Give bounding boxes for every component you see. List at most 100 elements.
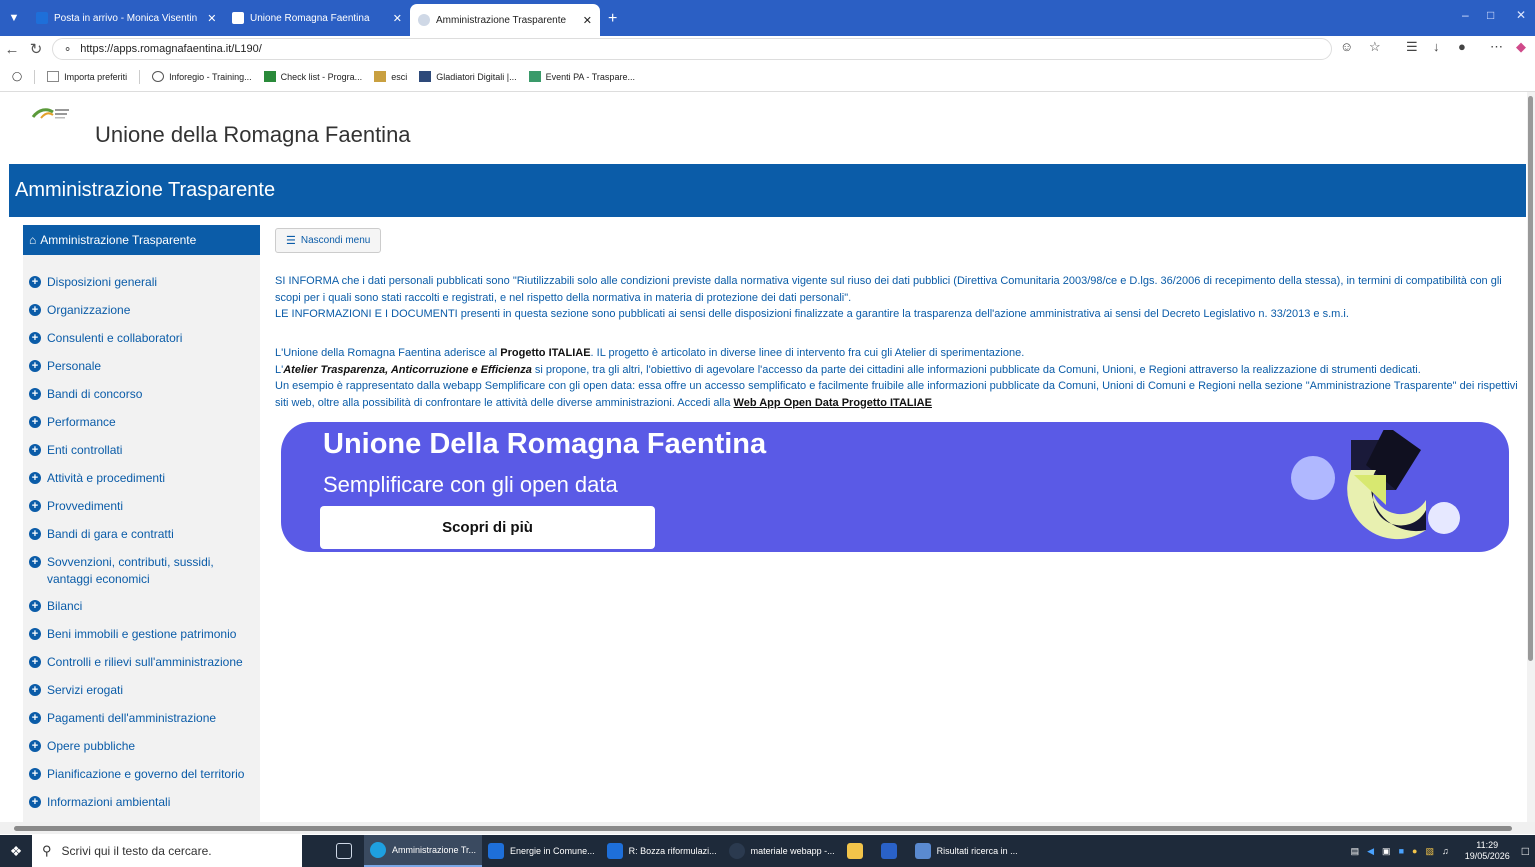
hide-menu-label: Nascondi menu [300,235,371,246]
plus-circle-icon: + [29,416,41,428]
task-view-icon[interactable] [330,835,364,867]
tray-lock-icon[interactable]: ● [1412,846,1417,856]
tray-app2-icon[interactable]: ■ [1399,846,1404,856]
site-favicon-icon [232,12,244,24]
outlook-icon [606,843,623,859]
scroll-thumb[interactable] [1528,96,1533,661]
tray-sync-icon[interactable]: ◀ [1367,846,1374,857]
separator [34,69,36,84]
sidebar-item-label: Consulenti e collaboratori [47,331,183,345]
discover-more-button[interactable]: Scopri di più [320,506,655,549]
bookmark-gladiatori[interactable]: Gladiatori Digitali |... [419,71,517,82]
sidebar-item-organizzazione[interactable]: + Organizzazione [23,302,260,330]
sidebar-item-pagamenti[interactable]: + Pagamenti dell'amministrazione [23,710,260,738]
taskbar-app-search-results[interactable]: Risultati ricerca in ... [909,835,1024,867]
sidebar-header[interactable]: ⌂ Amministrazione Trasparente [23,225,260,255]
sidebar-item-servizi[interactable]: + Servizi erogati [23,682,260,710]
webapp-link[interactable]: Web App Open Data Progetto ITALIAE [734,397,932,409]
sidebar-item-pianificazione[interactable]: + Pianificazione e governo del territorio [23,766,260,794]
bookmark-importa[interactable]: Importa preferiti [47,71,127,82]
favorites-icon[interactable]: ☰ [1406,39,1418,55]
hide-menu-button[interactable]: ☰ Nascondi menu [275,228,382,253]
menu-icon: ☰ [286,235,296,247]
sidebar-item-disposizioni[interactable]: + Disposizioni generali [23,274,260,302]
taskbar-app-webapp[interactable]: materiale webapp -... [723,835,841,867]
banner-title: Unione Della Romagna Faentina [323,428,767,460]
sidebar-item-opere[interactable]: + Opere pubbliche [23,738,260,766]
sidebar-item-performance[interactable]: + Performance [23,414,260,442]
downloads-icon[interactable]: ↓ [1433,39,1440,54]
sidebar-item-personale[interactable]: + Personale [23,358,260,386]
browser-icon [728,843,745,859]
bookmark-label: Eventi PA - Traspare... [545,71,635,82]
banner-subtitle: Semplificare con gli open data [323,472,618,497]
tab-list-icon[interactable]: ◯ [12,71,22,82]
bookmark-label: Gladiatori Digitali |... [436,71,517,82]
sidebar: ⌂ Amministrazione Trasparente + Disposizi… [23,225,260,822]
scroll-thumb[interactable] [14,826,1512,831]
open-data-banner[interactable]: Unione Della Romagna Faentina Semplifica… [281,422,1509,552]
bookmark-inforegio[interactable]: Inforegio - Training... [152,71,252,82]
bookmark-checklist[interactable]: Check list - Progra... [263,71,362,82]
taskbar-app-edge[interactable]: Amministrazione Tr... [364,835,483,867]
tab-posta[interactable]: Posta in arrivo - Monica Visentin ✕ [28,4,224,32]
restore-icon[interactable]: □ [1487,8,1494,22]
close-tab-icon[interactable]: ✕ [383,12,402,25]
plus-circle-icon: + [29,556,41,568]
url-text: https://apps.romagnafaentina.it/L190/ [80,43,262,55]
sidebar-item-enti-controllati[interactable]: + Enti controllati [23,442,260,470]
favorite-star-icon[interactable]: ☆ [1369,39,1381,55]
tray-network-icon[interactable]: ▣ [1382,846,1391,857]
taskbar-app-explorer[interactable] [841,835,875,867]
back-icon[interactable]: ← [0,41,24,58]
plus-circle-icon: + [29,360,41,372]
horizontal-scrollbar[interactable] [0,822,1535,834]
more-icon[interactable]: ⋯ [1490,39,1503,55]
url-field[interactable]: ⚬ https://apps.romagnafaentina.it/L190/ [52,38,1332,60]
eventi-icon [528,71,541,82]
sidebar-item-label: Enti controllati [47,443,123,457]
logo-icon [31,108,69,119]
sidebar-item-attivita[interactable]: + Attività e procedimenti [23,470,260,498]
refresh-icon[interactable]: ↻ [24,40,48,58]
clock[interactable]: 11:29 19/05/2026 [1465,840,1510,862]
volume-icon[interactable]: ♫ [1442,846,1449,856]
sidebar-item-beni-immobili[interactable]: + Beni immobili e gestione patrimonio [23,626,260,654]
sidebar-item-controlli[interactable]: + Controlli e rilievi sull'amministrazion… [23,654,260,682]
plus-circle-icon: + [29,684,41,696]
copilot-icon[interactable]: ◆ [1516,39,1526,55]
taskbar-app-outlook-3[interactable] [875,835,909,867]
windows-start-icon[interactable]: ❖ [0,835,32,867]
globe-icon [152,71,165,82]
close-window-icon[interactable]: ✕ [1516,8,1526,22]
legal-text: LE INFORMAZIONI E I DOCUMENTI presenti i… [275,308,1349,320]
new-tab-icon[interactable]: + [600,10,625,28]
bookmark-esci[interactable]: esci [374,71,407,82]
sidebar-item-consulenti[interactable]: + Consulenti e collaboratori [23,330,260,358]
profile-icon[interactable]: ● [1458,39,1466,54]
bookmark-eventi[interactable]: Eventi PA - Traspare... [528,71,635,82]
tab-unione[interactable]: Unione Romagna Faentina ✕ [224,4,410,32]
mail-icon [880,843,897,859]
tab-actions-icon[interactable]: ▼ [0,0,28,36]
sidebar-item-bandi-gara[interactable]: + Bandi di gara e contratti [23,526,260,554]
tab-amministrazione[interactable]: Amministrazione Trasparente ✕ [410,4,600,36]
sidebar-item-provvedimenti[interactable]: + Provvedimenti [23,498,260,526]
notifications-icon[interactable]: □ [1522,844,1529,858]
sidebar-item-bilanci[interactable]: + Bilanci [23,598,260,626]
close-tab-icon[interactable]: ✕ [573,14,592,27]
tray-app-icon[interactable]: ▤ [1351,846,1360,857]
close-tab-icon[interactable]: ✕ [197,12,216,25]
sidebar-item-sovvenzioni[interactable]: + Sovvenzioni, contributi, sussidi, vanta… [23,554,260,598]
vertical-scrollbar[interactable] [1527,92,1535,822]
sidebar-item-label: Bilanci [47,599,83,613]
sidebar-item-ambientali[interactable]: + Informazioni ambientali [23,794,260,822]
bookmarks-bar: ◯ Importa preferiti Inforegio - Training… [0,62,1535,92]
taskbar-search[interactable]: ⚲ Scrivi qui il testo da cercare. [32,835,302,867]
taskbar-app-outlook-2[interactable]: R: Bozza riformulazi... [601,835,723,867]
sidebar-item-bandi-concorso[interactable]: + Bandi di concorso [23,386,260,414]
minimize-icon[interactable]: – [1462,8,1469,22]
reader-icon[interactable]: ☺ [1340,39,1353,54]
taskbar-app-outlook-1[interactable]: Energie in Comune... [482,835,601,867]
tray-battery-icon[interactable]: ▧ [1425,846,1434,857]
